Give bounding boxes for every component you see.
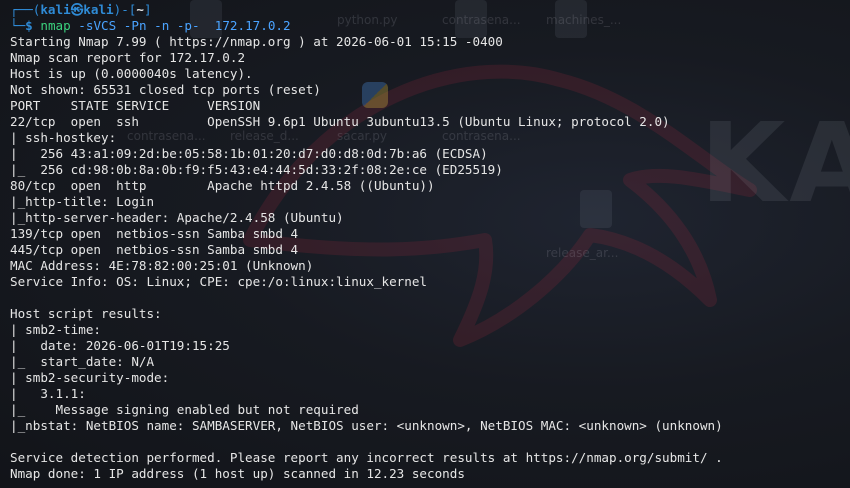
output-line: | ssh-hostkey: [10,130,117,145]
output-line: |_ start_date: N/A [10,354,155,369]
prompt-second-prefix: └─ [10,18,26,33]
prompt-box-close: ] [143,2,152,17]
command-name: nmap [40,18,71,33]
output-line: 80/tcp open http Apache httpd 2.4.58 ((U… [10,178,435,193]
command-args: -sVCS -Pn -n -p- 172.17.0.2 [70,18,291,33]
output-line: Service detection performed. Please repo… [10,450,723,465]
output-line: Not shown: 65531 closed tcp ports (reset… [10,82,321,97]
prompt-box-open: ┌──( [10,2,41,17]
output-line: PORT STATE SERVICE VERSION [10,98,261,113]
prompt-dollar: $ [25,18,33,33]
output-line: Service Info: OS: Linux; CPE: cpe:/o:lin… [10,274,428,289]
output-line: | smb2-time: [10,322,101,337]
output-line: 139/tcp open netbios-ssn Samba smbd 4 [10,226,299,241]
prompt-line-1: ┌──(kali㉿kali)-[~] [10,2,850,18]
prompt-user: kali [40,2,71,17]
output-line: |_ 256 cd:98:0b:8a:0b:f9:f5:43:e4:44:5d:… [10,162,503,177]
output-line: Host is up (0.0000040s latency). [10,66,253,81]
output-line: Starting Nmap 7.99 ( https://nmap.org ) … [10,34,503,49]
prompt-at-symbol: ㉿ [70,2,84,17]
output-line: 445/tcp open netbios-ssn Samba smbd 4 [10,242,299,257]
output-line: | smb2-security-mode: [10,370,170,385]
terminal-content[interactable]: ┌──(kali㉿kali)-[~] └─$ nmap -sVCS -Pn -n… [0,0,850,482]
prompt-path: ~ [136,2,144,17]
prompt-host: kali [83,2,114,17]
output-line: | 256 43:a1:09:2d:be:05:58:1b:01:20:d7:d… [10,146,488,161]
output-line: |_ Message signing enabled but not requi… [10,402,359,417]
output-line: | date: 2026-06-01T19:15:25 [10,338,230,353]
output-line: Host script results: [10,306,162,321]
output-line: |_http-title: Login [10,194,155,209]
output-line: |_nbstat: NetBIOS name: SAMBASERVER, Net… [10,418,723,433]
output-line: 22/tcp open ssh OpenSSH 9.6p1 Ubuntu 3ub… [10,114,670,129]
terminal-window[interactable]: KALI python.py contrasena... machines_..… [0,0,850,488]
output-line: Nmap scan report for 172.17.0.2 [10,50,246,65]
output-line: | 3.1.1: [10,386,86,401]
output-line: Nmap done: 1 IP address (1 host up) scan… [10,466,465,481]
output-line: |_http-server-header: Apache/2.4.58 (Ubu… [10,210,344,225]
prompt-mid: )-[ [113,2,137,17]
command-output: Starting Nmap 7.99 ( https://nmap.org ) … [10,34,850,482]
prompt-line-2: └─$ nmap -sVCS -Pn -n -p- 172.17.0.2 [10,18,850,34]
output-line: MAC Address: 4E:78:82:00:25:01 (Unknown) [10,258,314,273]
